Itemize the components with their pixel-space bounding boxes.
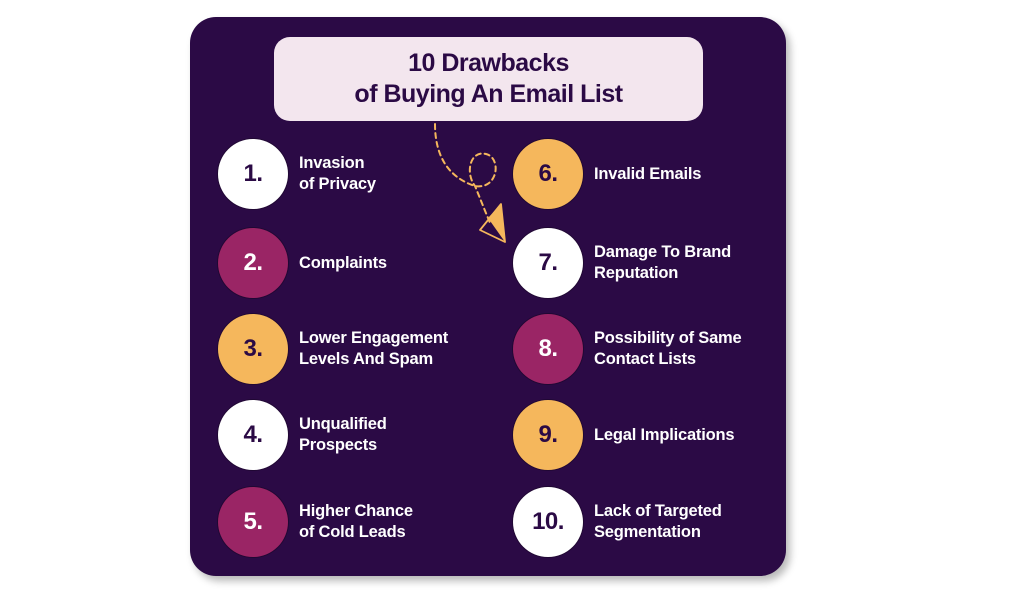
item-label: Lack of Targeted Segmentation [594,502,722,541]
number-badge: 3. [218,314,288,384]
number-badge: 8. [513,314,583,384]
item-label: Possibility of Same Contact Lists [594,329,742,368]
list-item-1: 1. Invasion of Privacy [218,139,376,209]
number-badge: 7. [513,228,583,298]
number-badge: 1. [218,139,288,209]
list-item-8: 8. Possibility of Same Contact Lists [513,314,742,384]
item-label: Legal Implications [594,425,735,444]
list-item-10: 10. Lack of Targeted Segmentation [513,487,722,557]
title-line-2: of Buying An Email List [354,80,623,108]
item-label: Invasion of Privacy [299,154,376,193]
list-item-9: 9. Legal Implications [513,400,735,470]
item-label: Complaints [299,253,387,272]
number-badge: 2. [218,228,288,298]
list-item-4: 4. Unqualified Prospects [218,400,387,470]
list-item-5: 5. Higher Chance of Cold Leads [218,487,413,557]
item-label: Damage To Brand Reputation [594,243,731,282]
title-line-1: 10 Drawbacks [408,49,569,77]
number-badge: 10. [513,487,583,557]
item-label: Higher Chance of Cold Leads [299,502,413,541]
number-badge: 5. [218,487,288,557]
item-label: Unqualified Prospects [299,415,387,454]
list-item-3: 3. Lower Engagement Levels And Spam [218,314,448,384]
number-badge: 6. [513,139,583,209]
paper-plane-path-icon [434,123,506,243]
number-badge: 4. [218,400,288,470]
list-item-6: 6. Invalid Emails [513,139,701,209]
title-box: 10 Drawbacks of Buying An Email List [274,37,703,121]
list-item-2: 2. Complaints [218,228,387,298]
item-label: Invalid Emails [594,164,702,183]
list-item-7: 7. Damage To Brand Reputation [513,228,731,298]
number-badge: 9. [513,400,583,470]
item-label: Lower Engagement Levels And Spam [299,329,448,368]
